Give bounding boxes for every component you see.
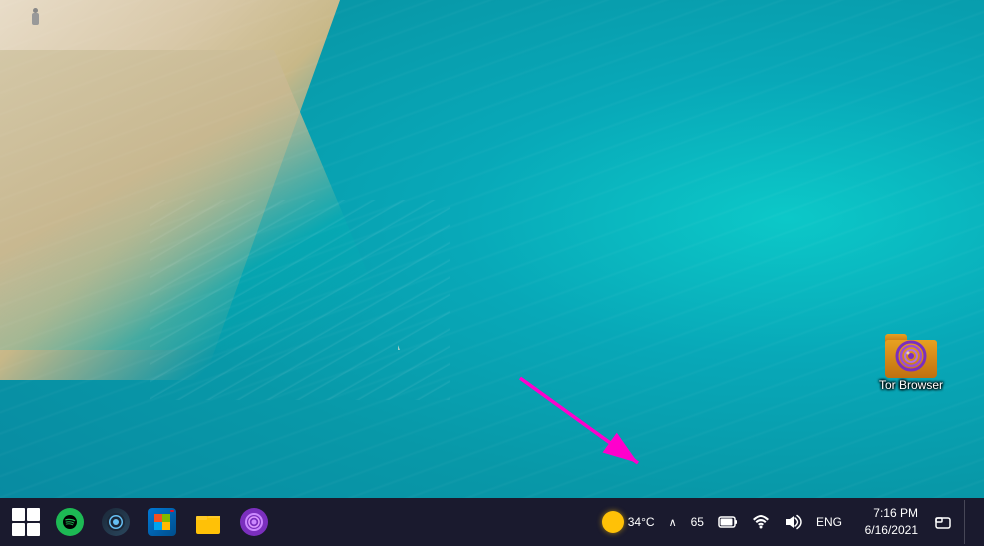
notification-center-button[interactable] <box>928 500 958 544</box>
desktop: Tor Browser <box>0 0 984 546</box>
taskbar-app-store[interactable] <box>140 500 184 544</box>
tray-expand-button[interactable]: ∧ <box>665 514 681 531</box>
water-overlay <box>0 0 984 546</box>
wifi-indicator[interactable] <box>748 513 774 531</box>
explorer-icon <box>194 508 222 536</box>
wifi-icon <box>752 515 770 529</box>
store-badge <box>170 510 174 512</box>
weather-widget[interactable]: 34°C <box>598 509 659 535</box>
spotify-icon <box>56 508 84 536</box>
time-display: 7:16 PM <box>873 505 918 522</box>
battery-indicator[interactable] <box>714 513 742 531</box>
tor-onion-icon <box>895 340 927 372</box>
taskbar-app-tor[interactable] <box>232 500 276 544</box>
battery-icon <box>718 515 738 529</box>
date-display: 6/16/2021 <box>865 522 918 539</box>
show-desktop-button[interactable] <box>964 500 972 544</box>
tray-number: 65 <box>691 515 704 529</box>
taskbar-app-icons <box>48 500 319 544</box>
volume-icon <box>784 514 802 530</box>
temperature-text: 34°C <box>628 515 655 529</box>
tor-folder-icon <box>885 334 937 378</box>
tray-value-65[interactable]: 65 <box>687 513 708 531</box>
start-button[interactable] <box>4 500 48 544</box>
steam-icon <box>102 508 130 536</box>
sun-weather-icon <box>602 511 624 533</box>
store-icon <box>148 508 176 536</box>
language-indicator[interactable]: ENG <box>812 513 846 531</box>
tor-browser-label: Tor Browser <box>870 378 952 394</box>
taskbar: 34°C ∧ 65 <box>0 498 984 546</box>
language-text: ENG <box>816 515 842 529</box>
notification-icon <box>935 514 951 530</box>
chevron-up-icon: ∧ <box>669 516 677 529</box>
clock-widget[interactable]: 7:16 PM 6/16/2021 <box>852 505 922 539</box>
system-tray: 34°C ∧ 65 <box>590 500 980 544</box>
tor-browser-desktop-icon[interactable]: Tor Browser <box>866 330 956 398</box>
taskbar-app-spotify[interactable] <box>48 500 92 544</box>
tor-taskbar-icon <box>240 508 268 536</box>
volume-control[interactable] <box>780 512 806 532</box>
windows-icon <box>12 508 40 536</box>
beach-person <box>30 8 40 30</box>
taskbar-app-explorer[interactable] <box>186 500 230 544</box>
taskbar-app-steam[interactable] <box>94 500 138 544</box>
folder-body <box>885 340 937 378</box>
